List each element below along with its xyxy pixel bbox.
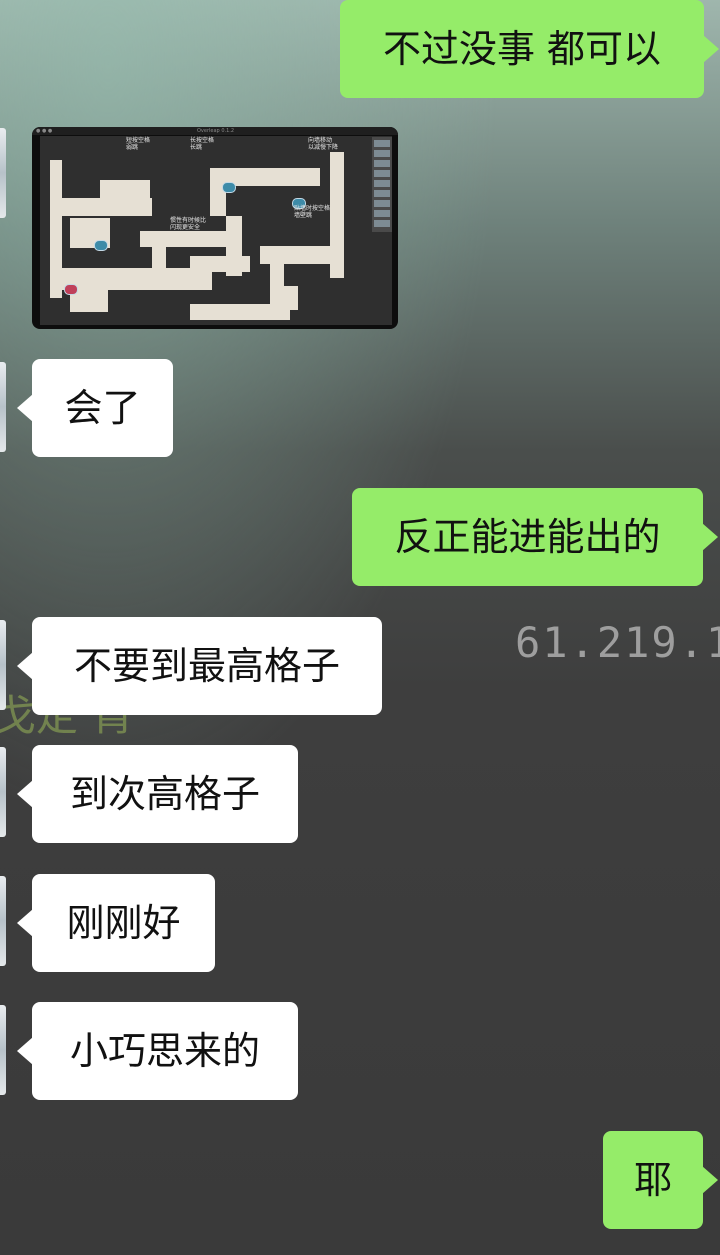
game-map: 短按空格 弱跳 长按空格 长跳 向墙移动 以减慢下降 惯性有时候比 闪现更安全 … [40, 136, 392, 325]
message-text: 刚刚好 [66, 901, 181, 945]
avatar[interactable] [0, 362, 6, 452]
avatar[interactable] [0, 1005, 6, 1095]
tip-note: 贴墙时按空格 墙壁跳 [294, 205, 331, 219]
avatar[interactable] [0, 747, 6, 837]
message-bubble-incoming[interactable]: 刚刚好 [17, 874, 215, 972]
character-sprite [64, 284, 78, 295]
message-bubble-outgoing[interactable]: 耶 [603, 1131, 718, 1229]
background-ip-text: 61.219.1 [515, 618, 720, 667]
tip-note: 向墙移动 以减慢下降 [308, 137, 339, 151]
image-message[interactable]: ● ● ● Overleap 0.1.2 短按空格 弱跳 长按空格 长跳 向墙移… [32, 127, 398, 329]
message-bubble-outgoing[interactable]: 反正能进能出的 [352, 488, 718, 586]
thumbnail-sidebar [372, 137, 392, 232]
message-text: 耶 [633, 1158, 672, 1202]
message-text: 小巧思来的 [69, 1029, 260, 1073]
avatar[interactable] [0, 128, 6, 218]
message-bubble-outgoing[interactable]: 不过没事 都可以 [340, 0, 719, 98]
message-text: 会了 [64, 386, 141, 430]
tip-note: 惯性有时候比 闪现更安全 [170, 217, 207, 231]
message-bubble-incoming[interactable]: 会了 [17, 359, 173, 457]
thumbnail-window-title: Overleap 0.1.2 [197, 128, 235, 134]
message-bubble-incoming[interactable]: 到次高格子 [17, 745, 298, 843]
message-bubble-incoming[interactable]: 不要到最高格子 [17, 617, 382, 715]
character-sprite [222, 182, 236, 193]
avatar[interactable] [0, 620, 6, 710]
message-text: 到次高格子 [69, 772, 260, 816]
message-text: 不要到最高格子 [73, 644, 340, 688]
tip-note: 长按空格 长跳 [190, 137, 215, 151]
tip-note: 短按空格 弱跳 [126, 137, 151, 151]
thumbnail-title-bar: ● ● ● Overleap 0.1.2 [32, 127, 398, 135]
avatar[interactable] [0, 876, 6, 966]
message-text: 不过没事 都可以 [382, 27, 662, 71]
message-text: 反正能进能出的 [394, 515, 661, 559]
character-sprite [94, 240, 108, 251]
message-bubble-incoming[interactable]: 小巧思来的 [17, 1002, 298, 1100]
